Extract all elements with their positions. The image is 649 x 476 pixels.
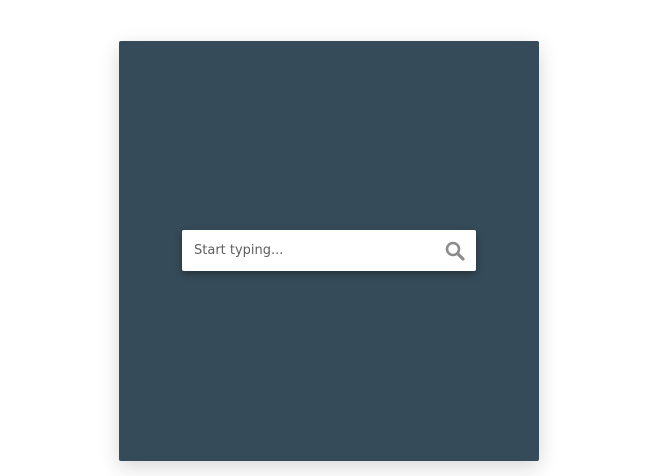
search-input[interactable]	[182, 230, 437, 271]
page	[0, 0, 649, 476]
search-icon[interactable]	[444, 240, 466, 262]
search-box	[182, 230, 476, 271]
